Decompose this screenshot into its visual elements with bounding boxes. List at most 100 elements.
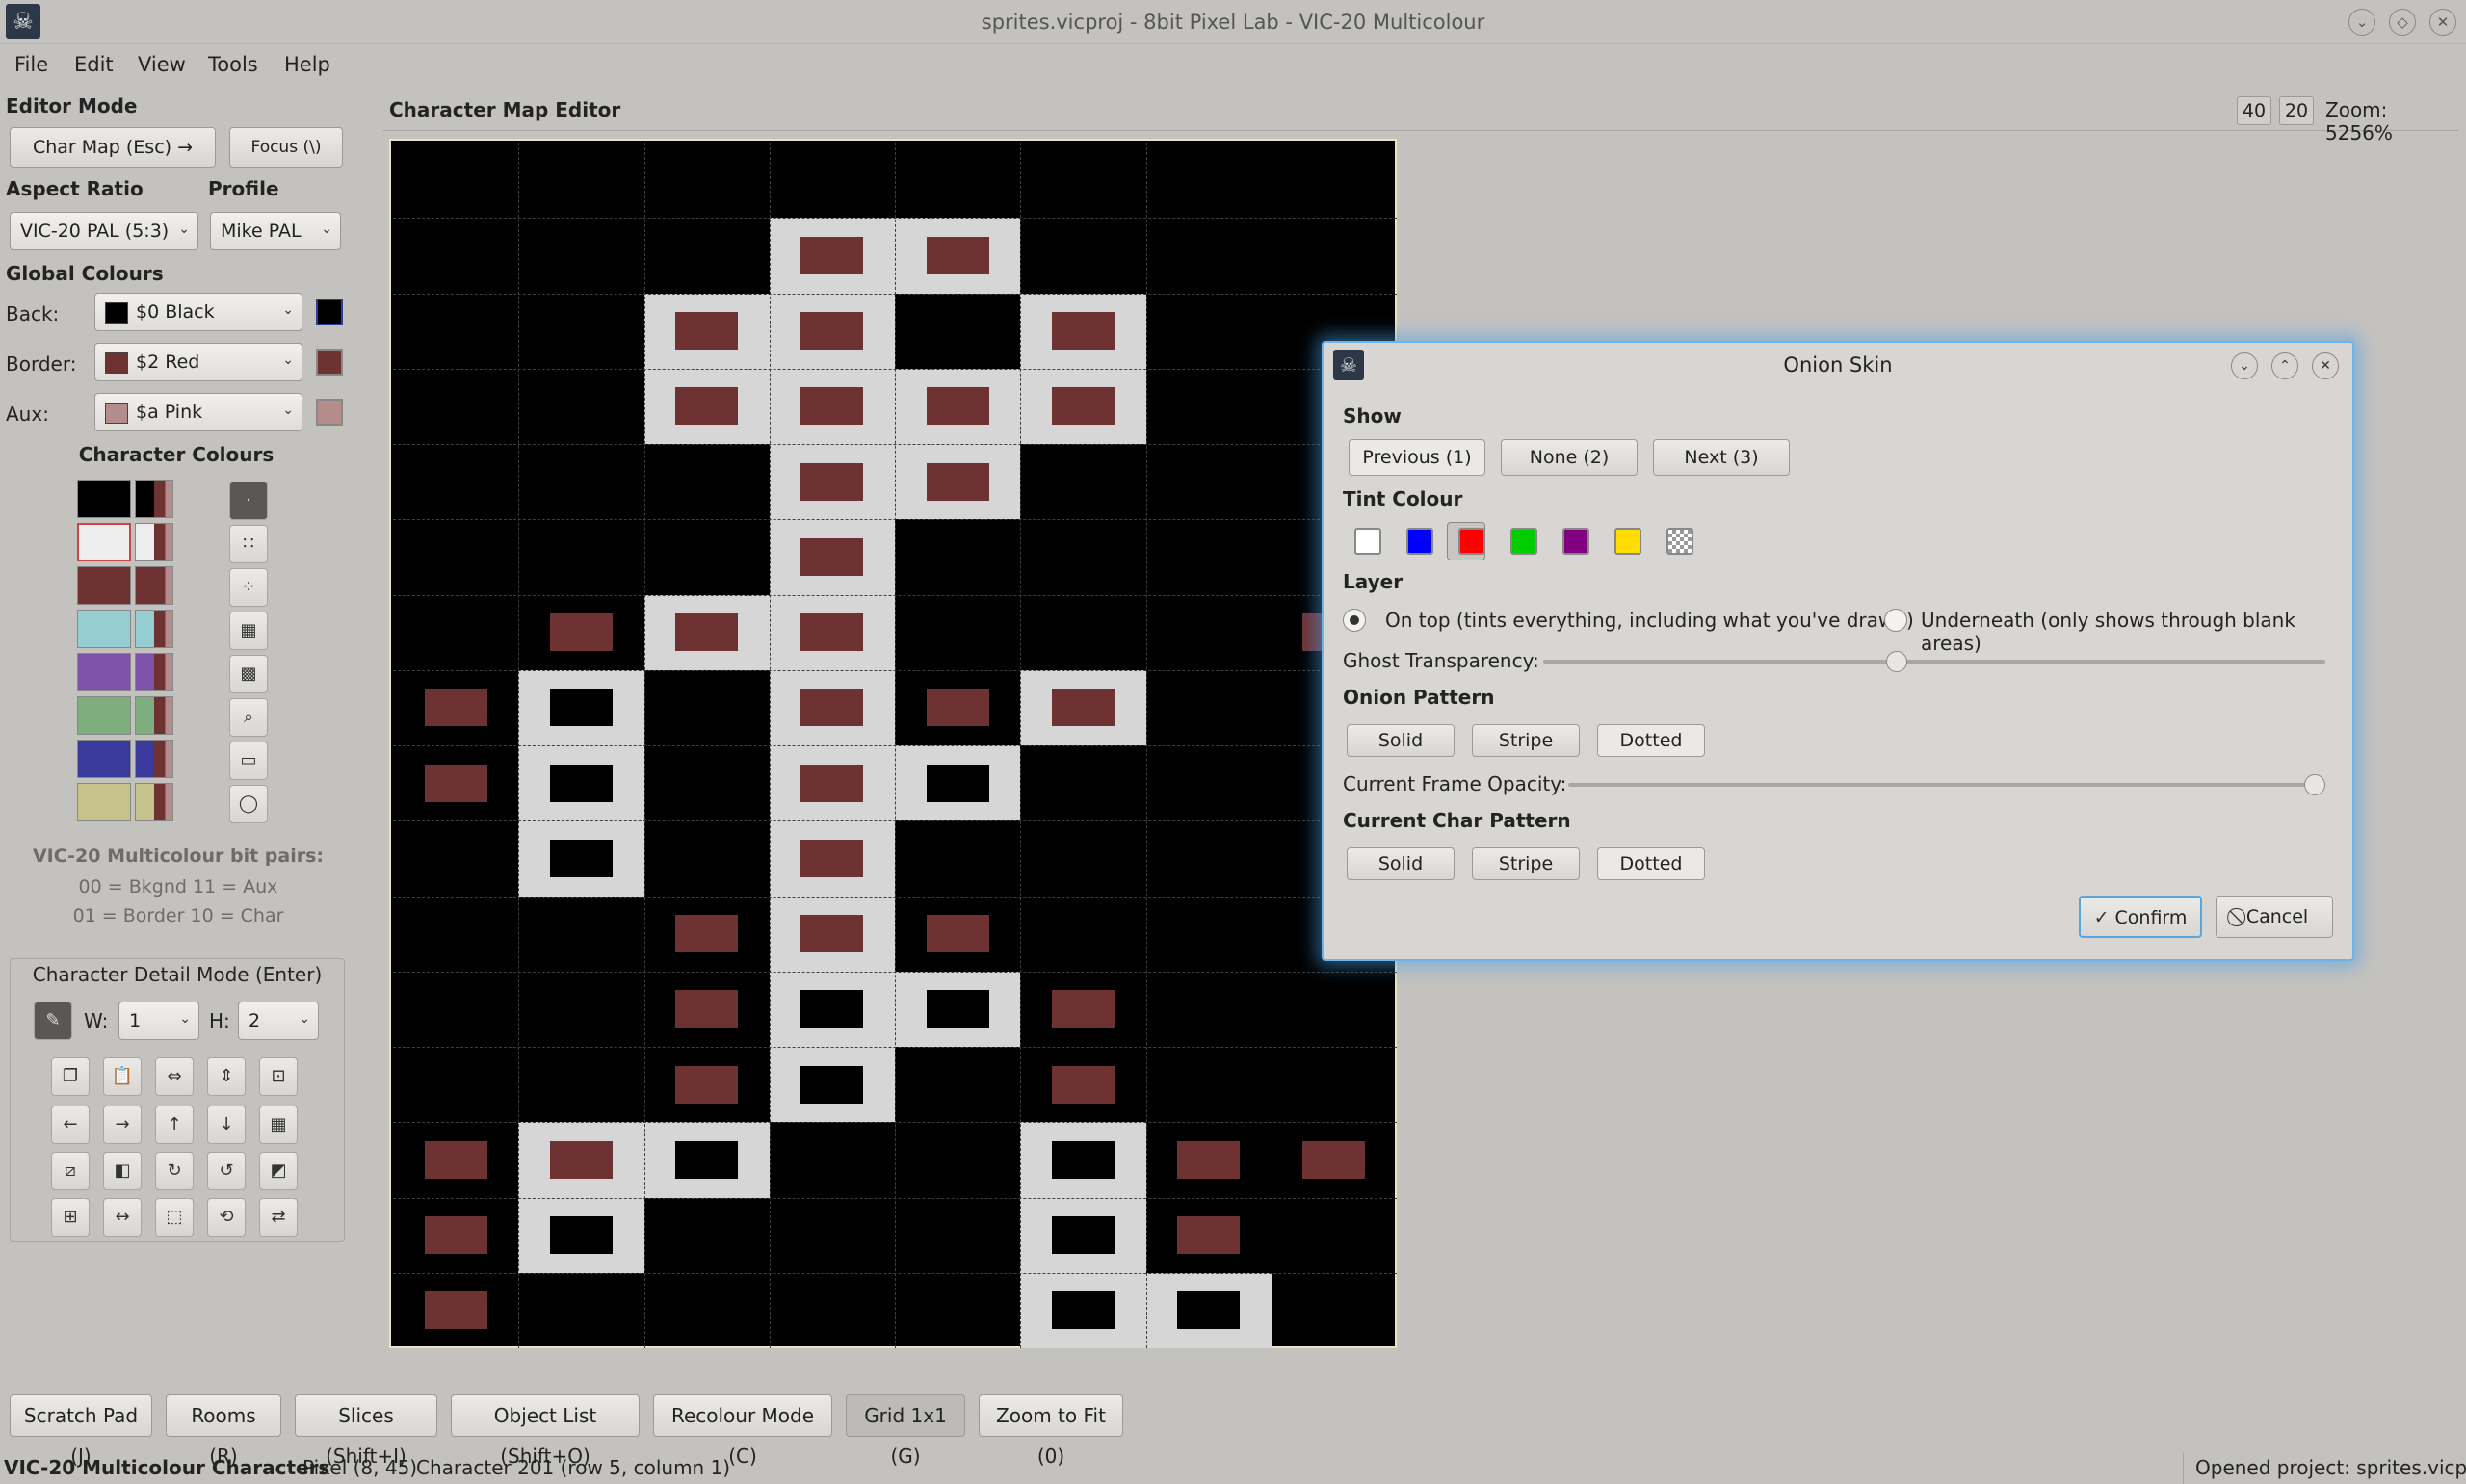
ghost-transparency-slider[interactable]	[1543, 651, 2325, 672]
rooms-button[interactable]: Rooms (R)	[166, 1394, 281, 1468]
pixel-tool-3x3-icon[interactable]: ⁘	[229, 568, 268, 607]
paste-icon[interactable]: 📋	[103, 1057, 142, 1096]
palette-preview-6[interactable]	[135, 740, 173, 778]
invert-icon[interactable]: ◧	[103, 1152, 142, 1190]
tint-swatch-6[interactable]	[1666, 528, 1693, 555]
palette-colour-2[interactable]	[77, 566, 131, 605]
palette-colour-5[interactable]	[77, 696, 131, 735]
palette-preview-5[interactable]	[135, 696, 173, 735]
tint-swatch-3[interactable]	[1510, 528, 1537, 555]
menu-edit[interactable]: Edit	[74, 53, 114, 76]
fill-tool-icon[interactable]: ⌕	[229, 698, 268, 737]
layer-underneath-radio[interactable]	[1884, 609, 1907, 632]
pixel[interactable]	[1051, 689, 1115, 727]
menu-view[interactable]: View	[138, 53, 186, 76]
aspect-ratio-select[interactable]: VIC-20 PAL (5:3) ⌄	[10, 212, 198, 250]
cancel-button[interactable]: ⃠Cancel	[2216, 896, 2333, 938]
palette-preview-7[interactable]	[135, 783, 173, 821]
pixel[interactable]	[1051, 312, 1115, 351]
dialog-minimize-button[interactable]: ⌄	[2231, 352, 2258, 379]
pixel[interactable]	[926, 764, 989, 802]
pixel[interactable]	[800, 387, 864, 426]
tint-swatch-4[interactable]	[1562, 528, 1589, 555]
palette-colour-0[interactable]	[77, 480, 131, 518]
pixel[interactable]	[1051, 1140, 1115, 1179]
pixel[interactable]	[926, 689, 989, 727]
pixel[interactable]	[1302, 1140, 1366, 1179]
height-select[interactable]: 2 ⌄	[238, 1002, 319, 1040]
pixel[interactable]	[926, 387, 989, 426]
clear-icon[interactable]: ⧄	[51, 1152, 90, 1190]
pixel[interactable]	[800, 839, 864, 877]
show-next-button[interactable]: Next (3)	[1653, 439, 1790, 476]
pixel[interactable]	[424, 1140, 487, 1179]
pixel[interactable]	[675, 613, 739, 652]
char-pattern-solid-button[interactable]: Solid	[1347, 847, 1455, 880]
palette-preview-0[interactable]	[135, 480, 173, 518]
pixel[interactable]	[1051, 1065, 1115, 1104]
pixel[interactable]	[800, 462, 864, 501]
copy-icon[interactable]: ❐	[51, 1057, 90, 1096]
frame-opacity-handle[interactable]	[2304, 774, 2325, 795]
insert-icon[interactable]: ⊞	[51, 1198, 90, 1237]
show-previous-button[interactable]: Previous (1)	[1349, 439, 1485, 476]
ellipse-tool-icon[interactable]: ◯	[229, 785, 268, 823]
select-icon[interactable]: ⬚	[155, 1198, 194, 1237]
pixel[interactable]	[1177, 1216, 1241, 1255]
pixel[interactable]	[675, 312, 739, 351]
tint-swatch-1[interactable]	[1406, 528, 1433, 555]
pixel-tool-1x1-icon[interactable]: ·	[229, 482, 268, 520]
palette-colour-3[interactable]	[77, 610, 131, 648]
pixel[interactable]	[424, 689, 487, 727]
pixel[interactable]	[424, 1216, 487, 1255]
recolour-mode-button[interactable]: Recolour Mode (C)	[653, 1394, 832, 1468]
palette-preview-4[interactable]	[135, 653, 173, 691]
pixel[interactable]	[1051, 1216, 1115, 1255]
pixel[interactable]	[800, 312, 864, 351]
columns-field[interactable]: 40	[2237, 96, 2271, 125]
rows-field[interactable]: 20	[2279, 96, 2314, 125]
width-select[interactable]: 1 ⌄	[118, 1002, 199, 1040]
profile-select[interactable]: Mike PAL ⌄	[210, 212, 341, 250]
palette-colour-4[interactable]	[77, 653, 131, 691]
grid-button[interactable]: Grid 1x1 (G)	[846, 1394, 965, 1468]
pixel[interactable]	[675, 990, 739, 1028]
pixel[interactable]	[1051, 990, 1115, 1028]
pixel[interactable]	[549, 839, 613, 877]
pixel[interactable]	[1177, 1291, 1241, 1330]
pixel[interactable]	[675, 915, 739, 953]
maximize-button[interactable]: ◇	[2389, 9, 2416, 36]
palette-preview-1[interactable]	[135, 523, 173, 561]
char-map-button[interactable]: Char Map (Esc) →	[10, 127, 216, 168]
frame-opacity-slider[interactable]	[1568, 774, 2325, 795]
layer-on-top-label[interactable]: On top (tints everything, including what…	[1385, 609, 1914, 632]
pixel[interactable]	[424, 1291, 487, 1330]
pixel[interactable]	[424, 764, 487, 802]
pixel[interactable]	[800, 537, 864, 576]
pixel[interactable]	[675, 387, 739, 426]
dialog-close-button[interactable]: ✕	[2312, 352, 2339, 379]
focus-button[interactable]: Focus (\)	[229, 127, 343, 168]
aux-colour-select[interactable]: $a Pink ⌄	[94, 393, 302, 431]
onion-pattern-solid-button[interactable]: Solid	[1347, 724, 1455, 757]
pixel[interactable]	[1051, 1291, 1115, 1330]
flip-horizontal-icon[interactable]: ⇔	[155, 1057, 194, 1096]
pixel[interactable]	[800, 915, 864, 953]
pixel[interactable]	[800, 764, 864, 802]
pixel-grid[interactable]	[393, 143, 1397, 1348]
pixel[interactable]	[800, 613, 864, 652]
back-colour-select[interactable]: $0 Black ⌄	[94, 293, 302, 331]
pixel[interactable]	[1051, 387, 1115, 426]
palette-colour-7[interactable]	[77, 783, 131, 821]
pixel[interactable]	[1177, 1140, 1241, 1179]
shift-right-icon[interactable]: →	[103, 1106, 142, 1144]
grid-icon[interactable]: ▦	[259, 1106, 298, 1144]
pixel[interactable]	[675, 1140, 739, 1179]
pixel-canvas[interactable]	[389, 139, 1397, 1348]
layer-underneath-label[interactable]: Underneath (only shows through blank are…	[1921, 609, 2352, 655]
menu-file[interactable]: File	[14, 53, 48, 76]
menu-tools[interactable]: Tools	[208, 53, 258, 76]
shift-up-icon[interactable]: ↑	[155, 1106, 194, 1144]
shift-down-icon[interactable]: ↓	[207, 1106, 246, 1144]
pixel-tool-2x2-icon[interactable]: ∷	[229, 525, 268, 563]
